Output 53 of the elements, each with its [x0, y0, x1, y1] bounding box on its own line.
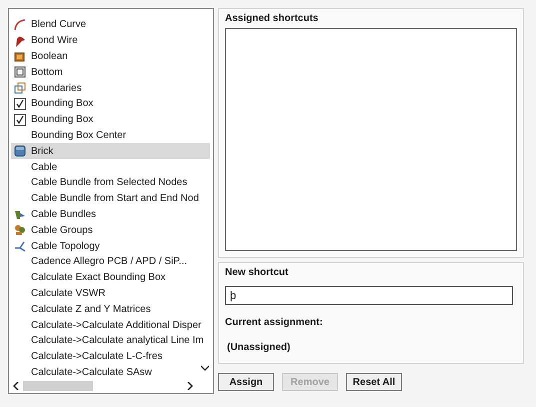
command-label: Bond Wire [31, 34, 78, 48]
command-label: Cadence Allegro PCB / APD / SiP... [31, 255, 188, 270]
command-label: Bottom [31, 66, 63, 80]
command-label: Bounding Box [31, 113, 94, 128]
dialog-button[interactable]: Assign [218, 373, 274, 391]
command-label: Calculate Z and Y Matrices [31, 302, 151, 317]
command-item[interactable]: Brick [11, 143, 210, 160]
current-assignment-value: (Unassigned) [227, 341, 292, 355]
command-item[interactable]: Calculate->Calculate Additional Disper [11, 317, 210, 333]
command-label: Calculate->Calculate analytical Line Im [31, 334, 204, 348]
command-item[interactable]: Calculate Z and Y Matrices [11, 301, 210, 318]
command-label: Cable Groups [31, 224, 93, 238]
command-label: Cable Topology [31, 240, 100, 254]
command-item[interactable]: Bottom [11, 64, 210, 80]
command-label: Calculate VSWR [31, 286, 106, 301]
command-label: Brick [31, 144, 54, 159]
command-label: Calculate Exact Bounding Box [31, 271, 166, 286]
command-item[interactable]: Cable Groups [11, 222, 210, 238]
command-item[interactable]: Calculate->Calculate SAsw [11, 364, 210, 379]
command-label: Calculate->Calculate SAsw [31, 366, 152, 379]
command-label: Calculate->Calculate L-C-fres [31, 350, 162, 364]
command-item[interactable]: Cable [11, 159, 210, 175]
command-item[interactable]: Bounding Box Center [11, 128, 210, 144]
group-title: New shortcut [225, 266, 290, 280]
command-item[interactable]: Calculate VSWR [11, 286, 210, 302]
group-title: Assigned shortcuts [225, 12, 320, 26]
command-label: Cable Bundles [31, 208, 96, 222]
command-item[interactable]: Calculate->Calculate analytical Line Im [11, 332, 210, 349]
shortcut-field[interactable]: þ [225, 286, 513, 305]
command-label: Bounding Box Center [31, 128, 126, 143]
command-label: Cable [31, 160, 58, 175]
command-item[interactable]: Cable Bundle from Start and End Nod [11, 190, 210, 207]
command-item[interactable]: Bounding Box [11, 96, 210, 112]
command-item[interactable]: Cable Bundles [11, 206, 210, 222]
command-item[interactable]: Bond Wire [11, 32, 210, 49]
command-label: Calculate->Calculate Additional Disper [31, 318, 202, 333]
command-item[interactable]: Bounding Box [11, 112, 210, 128]
command-item[interactable]: Cadence Allegro PCB / APD / SiP... [11, 254, 210, 270]
command-item[interactable]: Blend Curve [11, 17, 210, 33]
command-item[interactable]: Calculate Exact Bounding Box [11, 270, 210, 286]
command-label: Cable Bundle from Start and End Nod [31, 192, 199, 206]
command-item[interactable]: Boolean [11, 48, 210, 64]
current-assignment-label: Current assignment: [225, 316, 324, 330]
command-label: Bounding Box [31, 97, 94, 112]
command-item[interactable]: Boundaries [11, 80, 210, 96]
command-item[interactable]: Cable Topology [11, 238, 210, 254]
command-label: Boundaries [31, 82, 82, 96]
dialog-button[interactable]: Reset All [346, 373, 402, 391]
command-label: Blend Curve [31, 18, 86, 32]
command-item[interactable]: Cable Bundle from Selected Nodes [11, 174, 210, 191]
command-label: Cable Bundle from Selected Nodes [31, 176, 188, 190]
command-label: Boolean [31, 50, 68, 64]
command-item[interactable]: Calculate->Calculate L-C-fres [11, 348, 210, 365]
